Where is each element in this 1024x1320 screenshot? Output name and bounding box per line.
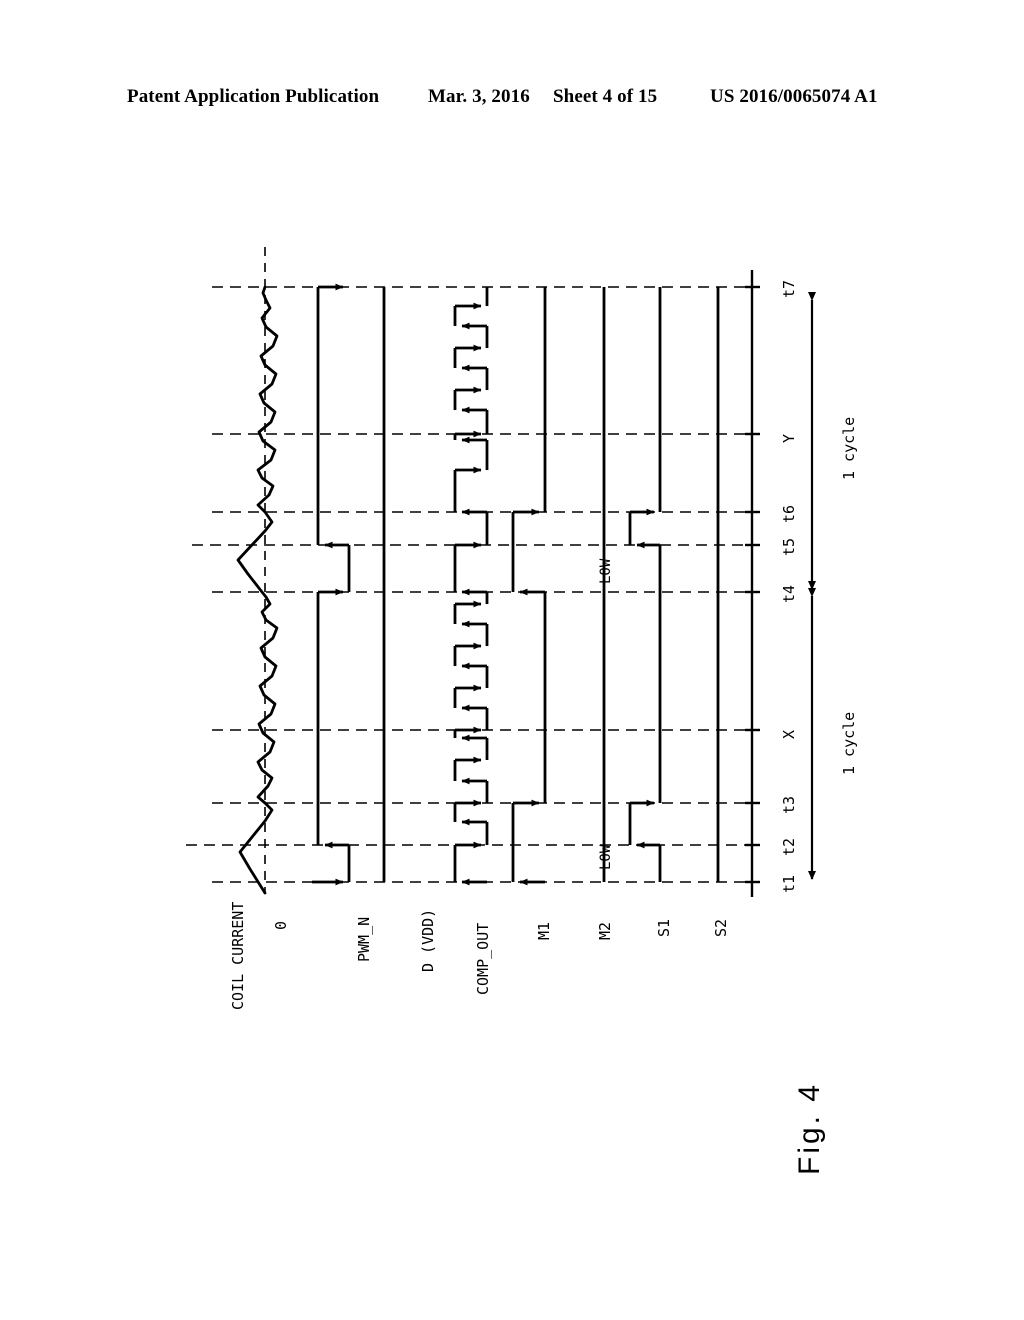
signal-label-d-vdd: D (VDD): [419, 908, 437, 972]
signal-label-m2: M2: [596, 921, 614, 940]
timing-chart-svg: [186, 247, 816, 897]
signal-label-s2: S2: [712, 918, 730, 937]
annotation-cycle-lower: 1 cycle: [840, 711, 858, 775]
signal-label-zero: 0: [272, 920, 290, 930]
time-gridlines: [186, 286, 752, 883]
time-axis: [745, 270, 760, 897]
signal-label-m1: M1: [535, 921, 553, 940]
annotation-low-lower: LOW: [598, 844, 614, 870]
time-label-t6: t6: [780, 504, 798, 523]
signal-label-coil-current: COIL CURRENT: [229, 901, 247, 1010]
signal-trace-m1: [511, 287, 547, 886]
signal-trace-pwm-n: [312, 283, 351, 886]
signal-trace-comp-out: [453, 287, 489, 886]
signal-label-pwm-n: PWM_N: [355, 916, 373, 962]
time-label-t4: t4: [780, 584, 798, 603]
annotation-low-upper: LOW: [598, 558, 614, 584]
signal-trace-s1: [628, 287, 662, 882]
timing-diagram-figure: COIL CURRENT 0 PWM_N D (VDD) COMP_OUT M1…: [0, 0, 1024, 1320]
annotation-cycle-upper: 1 cycle: [840, 416, 858, 480]
time-label-t3: t3: [780, 795, 798, 814]
time-label-t5: t5: [780, 537, 798, 556]
time-label-y: Y: [780, 433, 798, 443]
figure-caption: Fig. 4: [793, 1081, 826, 1175]
time-label-t2: t2: [780, 837, 798, 856]
signal-trace-coil-current: [236, 285, 279, 895]
time-label-x: X: [780, 729, 798, 739]
time-label-t1: t1: [780, 874, 798, 893]
signal-label-comp-out: COMP_OUT: [474, 922, 492, 995]
signal-label-s1: S1: [655, 918, 673, 937]
time-label-t7: t7: [780, 279, 798, 298]
